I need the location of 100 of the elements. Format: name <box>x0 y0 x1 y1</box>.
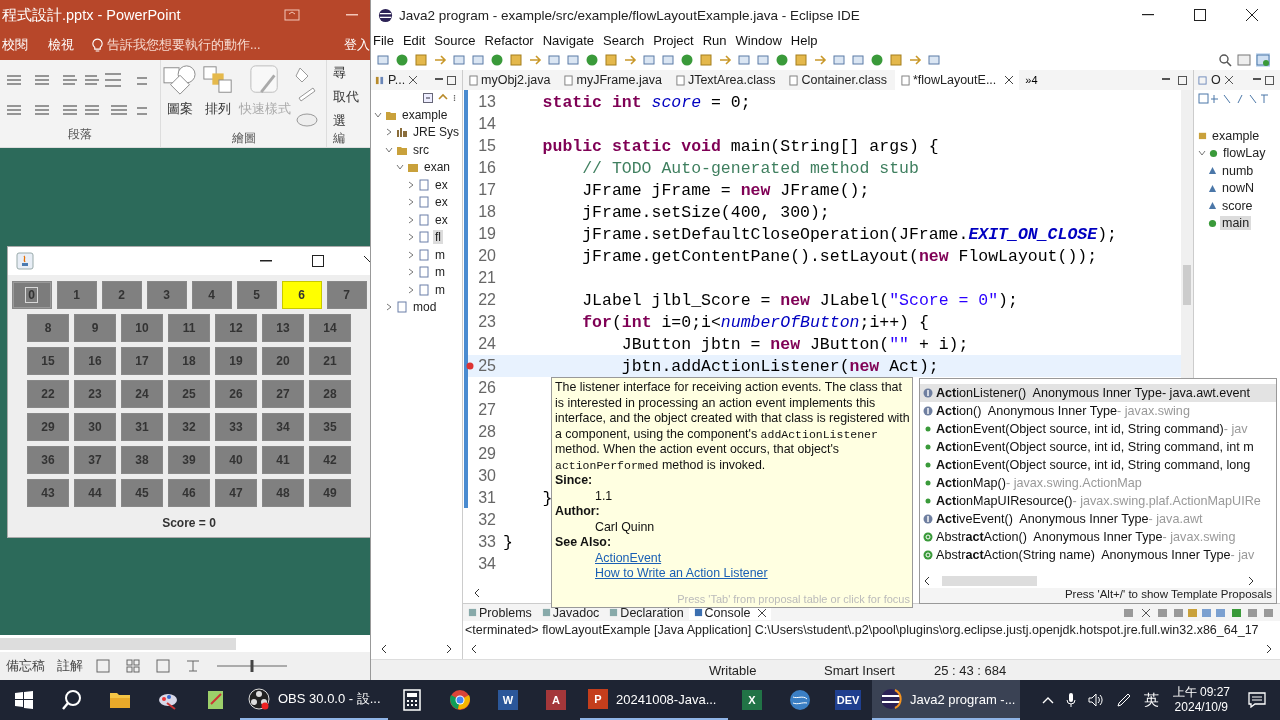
ribbon-button[interactable]: 圖案 <box>162 64 197 118</box>
proposal-item[interactable]: ActionEvent(Object source, int id, String command)- jav <box>920 420 1276 438</box>
tree-item[interactable]: mod <box>411 300 439 315</box>
taskbar-button[interactable]: A <box>532 680 580 720</box>
menu-item[interactable]: Refactor <box>484 32 534 48</box>
toolbar-icon[interactable] <box>927 53 941 67</box>
taskbar-button[interactable]: Java2 program -... <box>872 680 1020 720</box>
expand-toggle-icon[interactable] <box>396 163 404 172</box>
editor-tab[interactable]: myJFrame.java <box>558 70 668 90</box>
menu-item[interactable]: Search <box>603 32 645 48</box>
toolbar-icon[interactable] <box>699 53 713 67</box>
expand-toggle-icon[interactable] <box>385 303 393 312</box>
toolbar-icon[interactable] <box>851 53 865 67</box>
ribbon-tab[interactable]: 校閱 <box>2 36 28 54</box>
scrollbar[interactable] <box>0 637 236 650</box>
expand-toggle-icon[interactable] <box>407 215 415 224</box>
toolbar-icon[interactable] <box>737 53 751 67</box>
expand-toggle-icon[interactable] <box>407 285 415 294</box>
panel-tab[interactable]: Problems <box>463 605 537 620</box>
view-menu-icon[interactable] <box>453 93 456 103</box>
tell-me-field[interactable]: 告訴我您想要執行的動作... <box>107 36 261 54</box>
toolbar-icon[interactable] <box>376 53 390 67</box>
perspective-icon[interactable] <box>1237 53 1251 67</box>
close-icon[interactable] <box>1005 76 1014 84</box>
chevron-up-icon[interactable] <box>1041 696 1054 704</box>
maximize-icon[interactable] <box>1178 75 1187 85</box>
pen-icon[interactable] <box>1115 692 1132 708</box>
scroll-left-icon[interactable] <box>471 644 477 654</box>
scroll-right-icon[interactable] <box>1248 576 1254 586</box>
expand-toggle-icon[interactable] <box>407 198 415 207</box>
taskbar-button[interactable]: W <box>484 680 532 720</box>
scrollbar[interactable] <box>942 576 1037 586</box>
expand-toggle-icon[interactable] <box>385 128 393 137</box>
toolbar-icon[interactable] <box>585 53 599 67</box>
proposal-item[interactable]: ActionMap()- javax.swing.ActionMap <box>920 474 1276 492</box>
toolbar-icon[interactable] <box>756 53 770 67</box>
tree-item[interactable]: fl <box>433 230 443 245</box>
toolbar-icon[interactable] <box>870 53 884 67</box>
toolbar-icon[interactable] <box>642 53 656 67</box>
toolbar-icon[interactable] <box>490 53 504 67</box>
notes-button[interactable]: 備忘稿 <box>6 657 45 675</box>
scrollbar[interactable] <box>1183 265 1191 305</box>
proposal-item[interactable]: ActiveEvent() Anonymous Inner Type- java.awt <box>920 510 1276 528</box>
ribbon-button[interactable]: 排列 <box>200 64 235 118</box>
toolbar-icon[interactable] <box>395 53 409 67</box>
outline-item[interactable]: example <box>1210 128 1262 143</box>
scroll-left-icon[interactable] <box>924 576 930 586</box>
view-tab[interactable]: P... <box>388 73 406 87</box>
toolbar-icon[interactable] <box>604 53 618 67</box>
outline-item[interactable]: main <box>1220 216 1252 231</box>
scroll-right-icon[interactable] <box>1266 644 1272 654</box>
expand-toggle-icon[interactable] <box>407 268 415 277</box>
toolbar-icon[interactable] <box>452 53 466 67</box>
volume-icon[interactable] <box>1087 693 1104 707</box>
proposal-item[interactable]: ActionEvent(Object source, int id, String command, long <box>920 456 1276 474</box>
proposal-item[interactable]: Action() Anonymous Inner Type- javax.swing <box>920 402 1276 420</box>
outline-item[interactable]: nowN <box>1220 181 1256 196</box>
ribbon-button[interactable]: 尋 <box>333 64 359 82</box>
zoom-slider-thumb[interactable] <box>250 660 254 672</box>
taskbar-button[interactable]: OBS 30.0.0 - 設... <box>240 680 388 720</box>
taskbar-button[interactable]: DEV <box>824 680 872 720</box>
tree-item[interactable]: src <box>411 142 431 157</box>
search-icon[interactable] <box>1218 53 1232 67</box>
taskbar-button[interactable]: X <box>728 680 776 720</box>
expand-toggle-icon[interactable] <box>374 110 382 119</box>
comments-button[interactable]: 註解 <box>57 657 83 675</box>
sign-in-link[interactable]: 登入 <box>344 36 370 54</box>
menu-item[interactable]: Navigate <box>542 32 594 48</box>
menu-item[interactable]: Project <box>653 32 694 48</box>
ribbon-button[interactable]: 取代 <box>333 88 359 106</box>
proposal-item[interactable]: AbstractAction(String name) Anonymous Inner Type- jav <box>920 546 1276 564</box>
toolbar-icon[interactable] <box>623 53 637 67</box>
java-perspective-icon[interactable] <box>1256 53 1270 67</box>
microphone-icon[interactable] <box>1065 692 1076 708</box>
close-icon[interactable] <box>1246 9 1258 21</box>
menu-item[interactable]: Window <box>735 32 782 48</box>
editor-tab[interactable]: *flowLayoutE... <box>894 70 1020 90</box>
notification-icon[interactable] <box>1248 692 1266 708</box>
tree-item[interactable]: m <box>433 265 447 280</box>
toolbar-icon[interactable] <box>414 53 428 67</box>
scroll-left-icon[interactable] <box>381 644 387 654</box>
expand-toggle-icon[interactable] <box>385 145 393 154</box>
tree-item[interactable]: ex <box>433 195 450 210</box>
menu-item[interactable]: Help <box>790 32 818 48</box>
tree-item[interactable]: JRE Sys <box>411 125 461 140</box>
toolbar-icon[interactable] <box>566 53 580 67</box>
scroll-right-icon[interactable] <box>446 644 452 654</box>
panel-tab[interactable]: Declaration <box>604 605 689 620</box>
toolbar-icon[interactable] <box>889 53 903 67</box>
expand-toggle-icon[interactable] <box>407 250 415 259</box>
proposal-item[interactable]: AbstractAction() Anonymous Inner Type- javax.swing <box>920 528 1276 546</box>
view-tab[interactable]: O <box>1211 73 1221 87</box>
clock[interactable]: 上午 09:27 2024/10/9 <box>1172 685 1230 715</box>
panel-tab[interactable]: Javadoc <box>536 605 605 620</box>
editor-tab[interactable]: JTextArea.class <box>669 70 782 90</box>
close-icon[interactable] <box>1224 76 1233 84</box>
tree-item[interactable]: ex <box>433 177 450 192</box>
maximize-icon[interactable] <box>1194 9 1206 21</box>
close-icon[interactable] <box>409 76 418 84</box>
ribbon-display-icon[interactable] <box>284 9 300 21</box>
